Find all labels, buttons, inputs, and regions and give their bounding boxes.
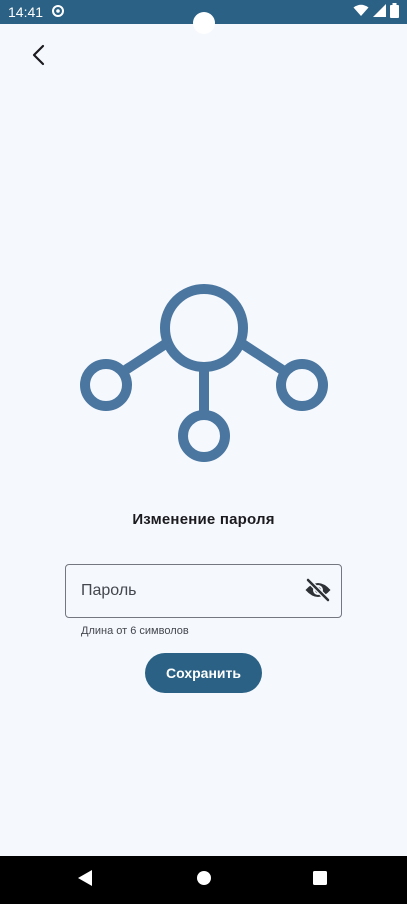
password-visibility-toggle[interactable] bbox=[303, 577, 333, 607]
network-hub-icon bbox=[79, 283, 329, 468]
password-field[interactable] bbox=[65, 564, 342, 618]
camera-cutout bbox=[193, 12, 215, 34]
back-button[interactable] bbox=[22, 40, 56, 74]
save-button[interactable]: Сохранить bbox=[145, 653, 262, 693]
chevron-left-icon bbox=[29, 44, 49, 71]
wifi-icon bbox=[353, 4, 369, 20]
system-nav-bar bbox=[0, 856, 407, 904]
nav-recents-button[interactable] bbox=[310, 870, 330, 890]
sync-icon bbox=[51, 4, 65, 21]
nav-back-button[interactable] bbox=[75, 869, 95, 892]
nav-home-button[interactable] bbox=[194, 870, 214, 890]
battery-icon bbox=[390, 3, 399, 21]
nav-back-icon bbox=[77, 869, 93, 892]
password-input[interactable] bbox=[81, 582, 281, 600]
page-title: Изменение пароля bbox=[132, 511, 275, 528]
nav-home-icon bbox=[196, 870, 212, 891]
nav-recents-icon bbox=[313, 870, 327, 890]
status-time: 14:41 bbox=[8, 4, 44, 20]
eye-off-icon bbox=[304, 577, 332, 608]
signal-icon bbox=[373, 4, 386, 20]
password-helper-text: Длина от 6 символов bbox=[81, 625, 189, 637]
